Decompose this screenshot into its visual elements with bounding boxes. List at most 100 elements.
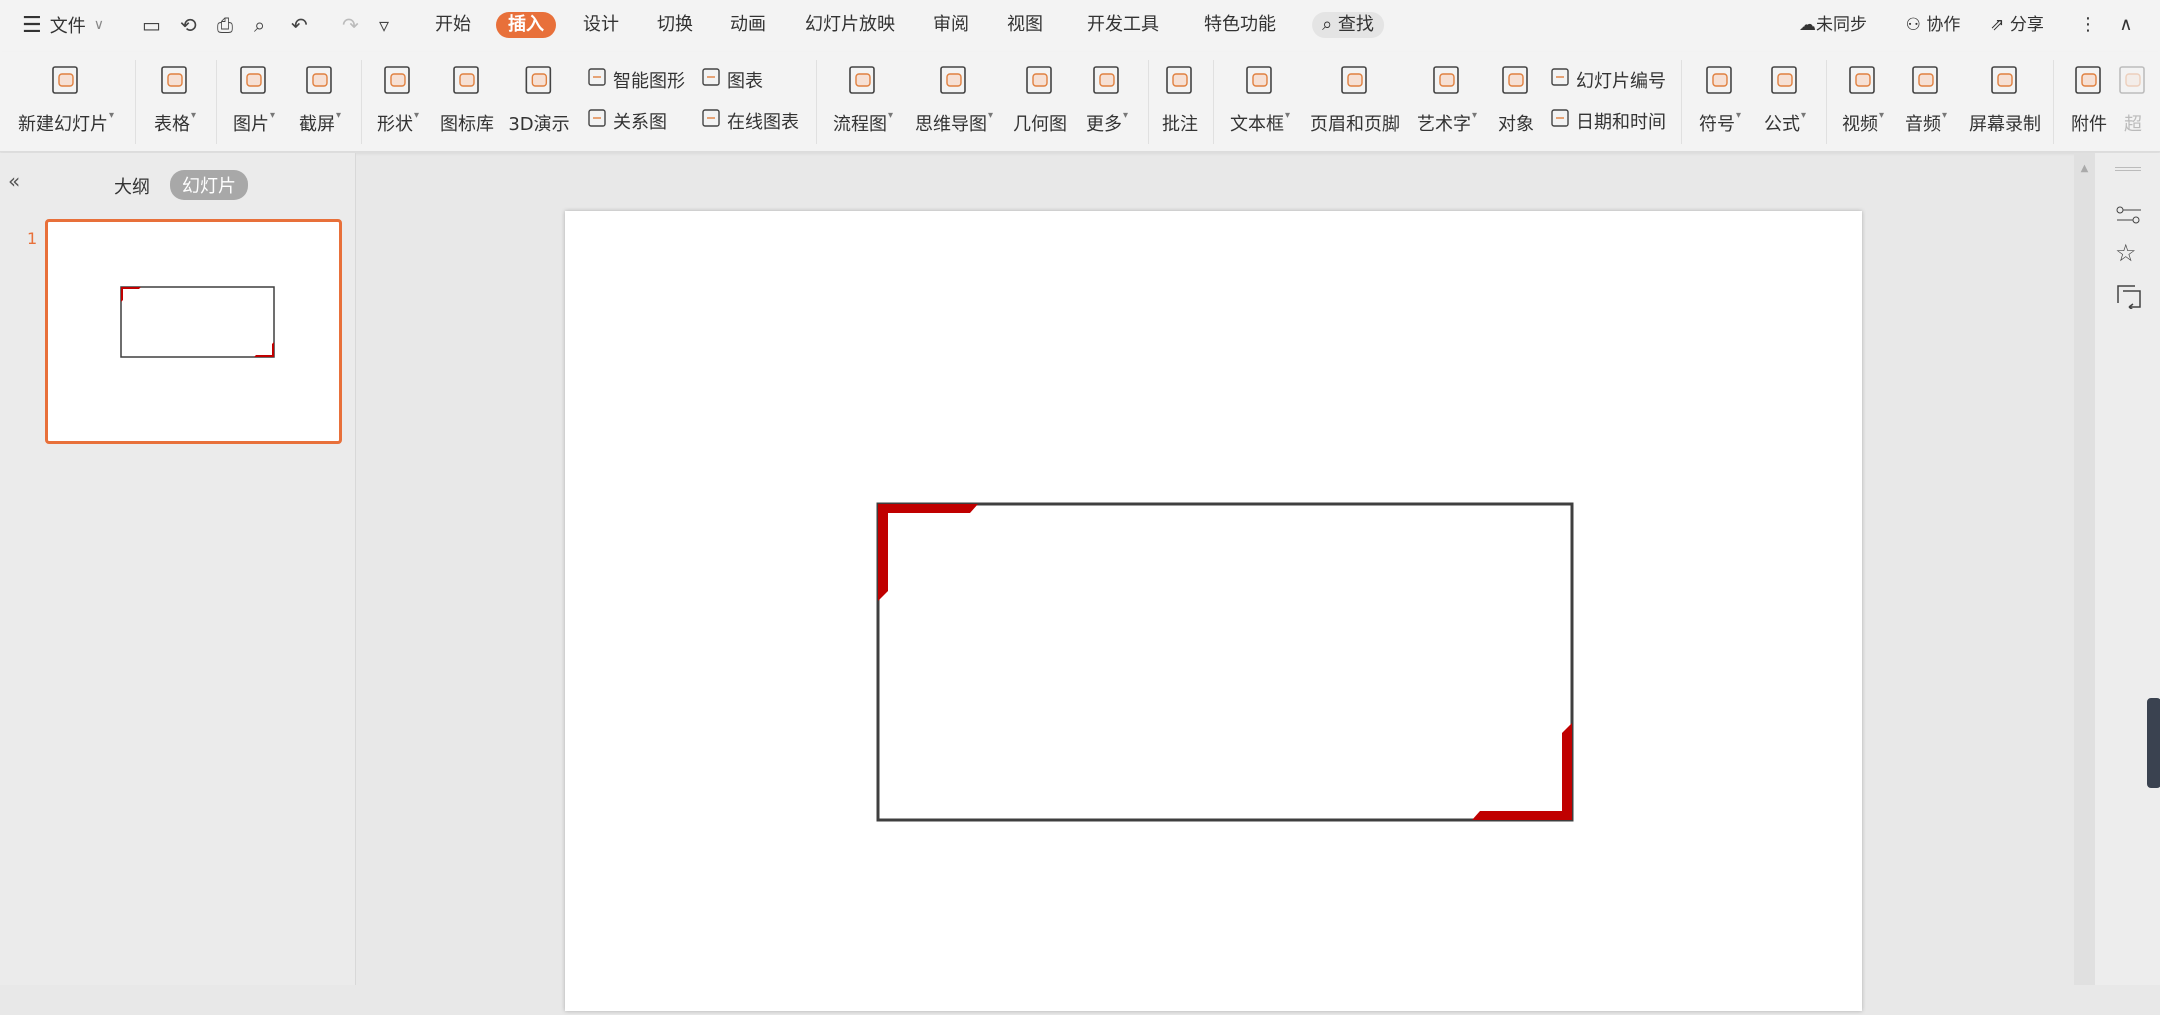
drag-handle-icon[interactable] [2115, 167, 2141, 171]
ribbon-button-21[interactable]: 附件 [2071, 62, 2107, 136]
ribbon-small-button-4[interactable]: 幻灯片编号 [1549, 66, 1666, 93]
tab-slides[interactable]: 幻灯片 [170, 170, 248, 200]
ribbon-label-19: 音频▾ [1905, 110, 1947, 136]
ribbon-label-21: 附件 [2071, 110, 2107, 136]
settings-sliders-icon[interactable] [2115, 203, 2143, 227]
ribbon-label-12: 文本框▾ [1230, 110, 1290, 136]
dropdown-caret-icon: ▾ [1122, 110, 1129, 121]
collapse-panel-icon[interactable]: « [8, 169, 20, 193]
tab-8[interactable]: 开发工具 [1087, 12, 1159, 38]
ribbon-label-13: 页眉和页脚 [1310, 110, 1400, 136]
ribbon-small-button-5[interactable]: 日期和时间 [1549, 107, 1666, 134]
tab-9[interactable]: 特色功能 [1204, 12, 1276, 38]
ribbon-button-6[interactable]: 3D演示 [508, 62, 570, 136]
undo-icon[interactable]: ↶ [291, 13, 315, 37]
format-painter-icon[interactable]: ⟲ [180, 13, 204, 37]
dropdown-caret-icon: ▾ [1800, 110, 1807, 121]
ribbon-button-20[interactable]: 屏幕录制 [1969, 62, 2041, 136]
ribbon-small-label: 在线图表 [727, 111, 799, 133]
print-preview-icon[interactable]: ⌕ [254, 13, 278, 37]
tab-0[interactable]: 开始 [435, 12, 471, 38]
label-text: 思维导图 [914, 114, 987, 135]
ribbon-button-13[interactable]: 页眉和页脚 [1310, 62, 1400, 136]
ribbon-button-7[interactable]: 流程图▾ [833, 62, 893, 136]
slide-thumbnail-1[interactable] [45, 219, 342, 444]
tab-7[interactable]: 视图 [1007, 12, 1043, 38]
hamburger-icon: ☰ [22, 12, 42, 38]
file-label: 文件 [49, 16, 86, 37]
ribbon-button-9[interactable]: 几何图 [1013, 62, 1067, 136]
ribbon-small-icon-4 [1549, 66, 1571, 93]
ribbon-button-18[interactable]: 视频▾ [1842, 62, 1884, 136]
file-menu[interactable]: ☰ 文件 ∨ [22, 12, 104, 38]
tab-2[interactable]: 设计 [583, 12, 619, 38]
ribbon-insert: 新建幻灯片▾ 表格▾ 图片▾ 截屏▾ 形状▾ 图标库 3D演示 流程图▾ 思维导图▾ 几何图 更多▾… [0, 52, 2160, 152]
find-button[interactable]: ⌕ 查找 [1312, 12, 1384, 38]
ribbon-button-8[interactable]: 思维导图▾ [915, 62, 993, 136]
print-icon[interactable]: ⎙ [217, 13, 241, 37]
ribbon-button-10[interactable]: 更多▾ [1086, 62, 1128, 136]
ribbon-icon-16 [1702, 62, 1738, 98]
ribbon-icon-1 [157, 62, 193, 98]
ribbon-button-22[interactable]: 超 [2115, 62, 2151, 136]
tab-outline[interactable]: 大纲 [114, 173, 150, 199]
ribbon-label-20: 屏幕录制 [1969, 110, 2041, 136]
ribbon-button-0[interactable]: 新建幻灯片▾ [18, 62, 114, 136]
tab-3[interactable]: 切换 [657, 12, 693, 38]
collapse-ribbon-icon[interactable]: ∧ [2119, 12, 2132, 38]
ribbon-small-label: 日期和时间 [1576, 111, 1666, 133]
ribbon-button-16[interactable]: 符号▾ [1699, 62, 1741, 136]
ribbon-separator [2053, 60, 2054, 144]
ribbon-button-5[interactable]: 图标库 [440, 62, 494, 136]
collab-label: 协作 [1926, 15, 1961, 35]
animation-star-icon[interactable]: ☆ [2115, 239, 2137, 267]
label-text: 附件 [2071, 114, 2107, 135]
ribbon-button-1[interactable]: 表格▾ [154, 62, 196, 136]
label-text: 几何图 [1013, 114, 1067, 135]
volume-meter [2147, 698, 2160, 788]
save-icon[interactable]: ▭ [142, 13, 166, 37]
share-button[interactable]: ⇗ 分享 [1990, 12, 2044, 38]
dropdown-caret-icon: ▾ [887, 110, 894, 121]
redo-icon[interactable]: ↷ [342, 13, 366, 37]
ribbon-button-11[interactable]: 批注 [1162, 62, 1198, 136]
tab-6[interactable]: 审阅 [933, 12, 969, 38]
ribbon-button-15[interactable]: 对象 [1498, 62, 1534, 136]
ribbon-button-4[interactable]: 形状▾ [377, 62, 419, 136]
ribbon-button-14[interactable]: 艺术字▾ [1417, 62, 1477, 136]
sync-label: 未同步 [1816, 15, 1867, 35]
ribbon-small-button-3[interactable]: 在线图表 [700, 107, 799, 134]
ribbon-label-3: 截屏▾ [299, 110, 341, 136]
ribbon-icon-7 [845, 62, 881, 98]
ribbon-label-22: 超 [2115, 110, 2151, 136]
ribbon-icon-3 [302, 62, 338, 98]
more-menu-icon[interactable]: ⋮ [2079, 12, 2097, 38]
ribbon-label-6: 3D演示 [508, 110, 569, 136]
slide-canvas[interactable] [565, 211, 1862, 1011]
ribbon-icon-0 [48, 62, 84, 98]
dropdown-caret-icon: ▾ [1735, 110, 1742, 121]
label-text: 图片 [232, 114, 269, 135]
ribbon-small-button-2[interactable]: 图表 [700, 66, 763, 93]
ribbon-small-button-1[interactable]: 关系图 [586, 107, 667, 134]
tab-1[interactable]: 插入 [496, 12, 556, 38]
ribbon-small-button-0[interactable]: 智能图形 [586, 66, 685, 93]
ribbon-small-label: 图表 [727, 70, 763, 92]
collab-button[interactable]: ⚇ 协作 [1906, 12, 1961, 38]
slide-switch-icon[interactable] [2115, 283, 2143, 309]
ribbon-button-19[interactable]: 音频▾ [1905, 62, 1947, 136]
ribbon-button-12[interactable]: 文本框▾ [1230, 62, 1290, 136]
ribbon-small-icon-0 [586, 66, 608, 93]
customize-toolbar-icon[interactable]: ▿ [379, 13, 403, 37]
ribbon-label-16: 符号▾ [1699, 110, 1741, 136]
ribbon-icon-19 [1908, 62, 1944, 98]
frame-corner-bottom-right [1472, 723, 1572, 820]
ribbon-button-17[interactable]: 公式▾ [1764, 62, 1806, 136]
ribbon-button-3[interactable]: 截屏▾ [299, 62, 341, 136]
tab-5[interactable]: 幻灯片放映 [805, 12, 895, 38]
slide-panel: « 大纲 幻灯片 1 [0, 153, 356, 985]
sync-status[interactable]: ☁未同步 [1799, 12, 1867, 38]
tab-4[interactable]: 动画 [730, 12, 766, 38]
ribbon-button-2[interactable]: 图片▾ [233, 62, 275, 136]
vertical-scrollbar[interactable]: ▲ [2074, 153, 2095, 985]
